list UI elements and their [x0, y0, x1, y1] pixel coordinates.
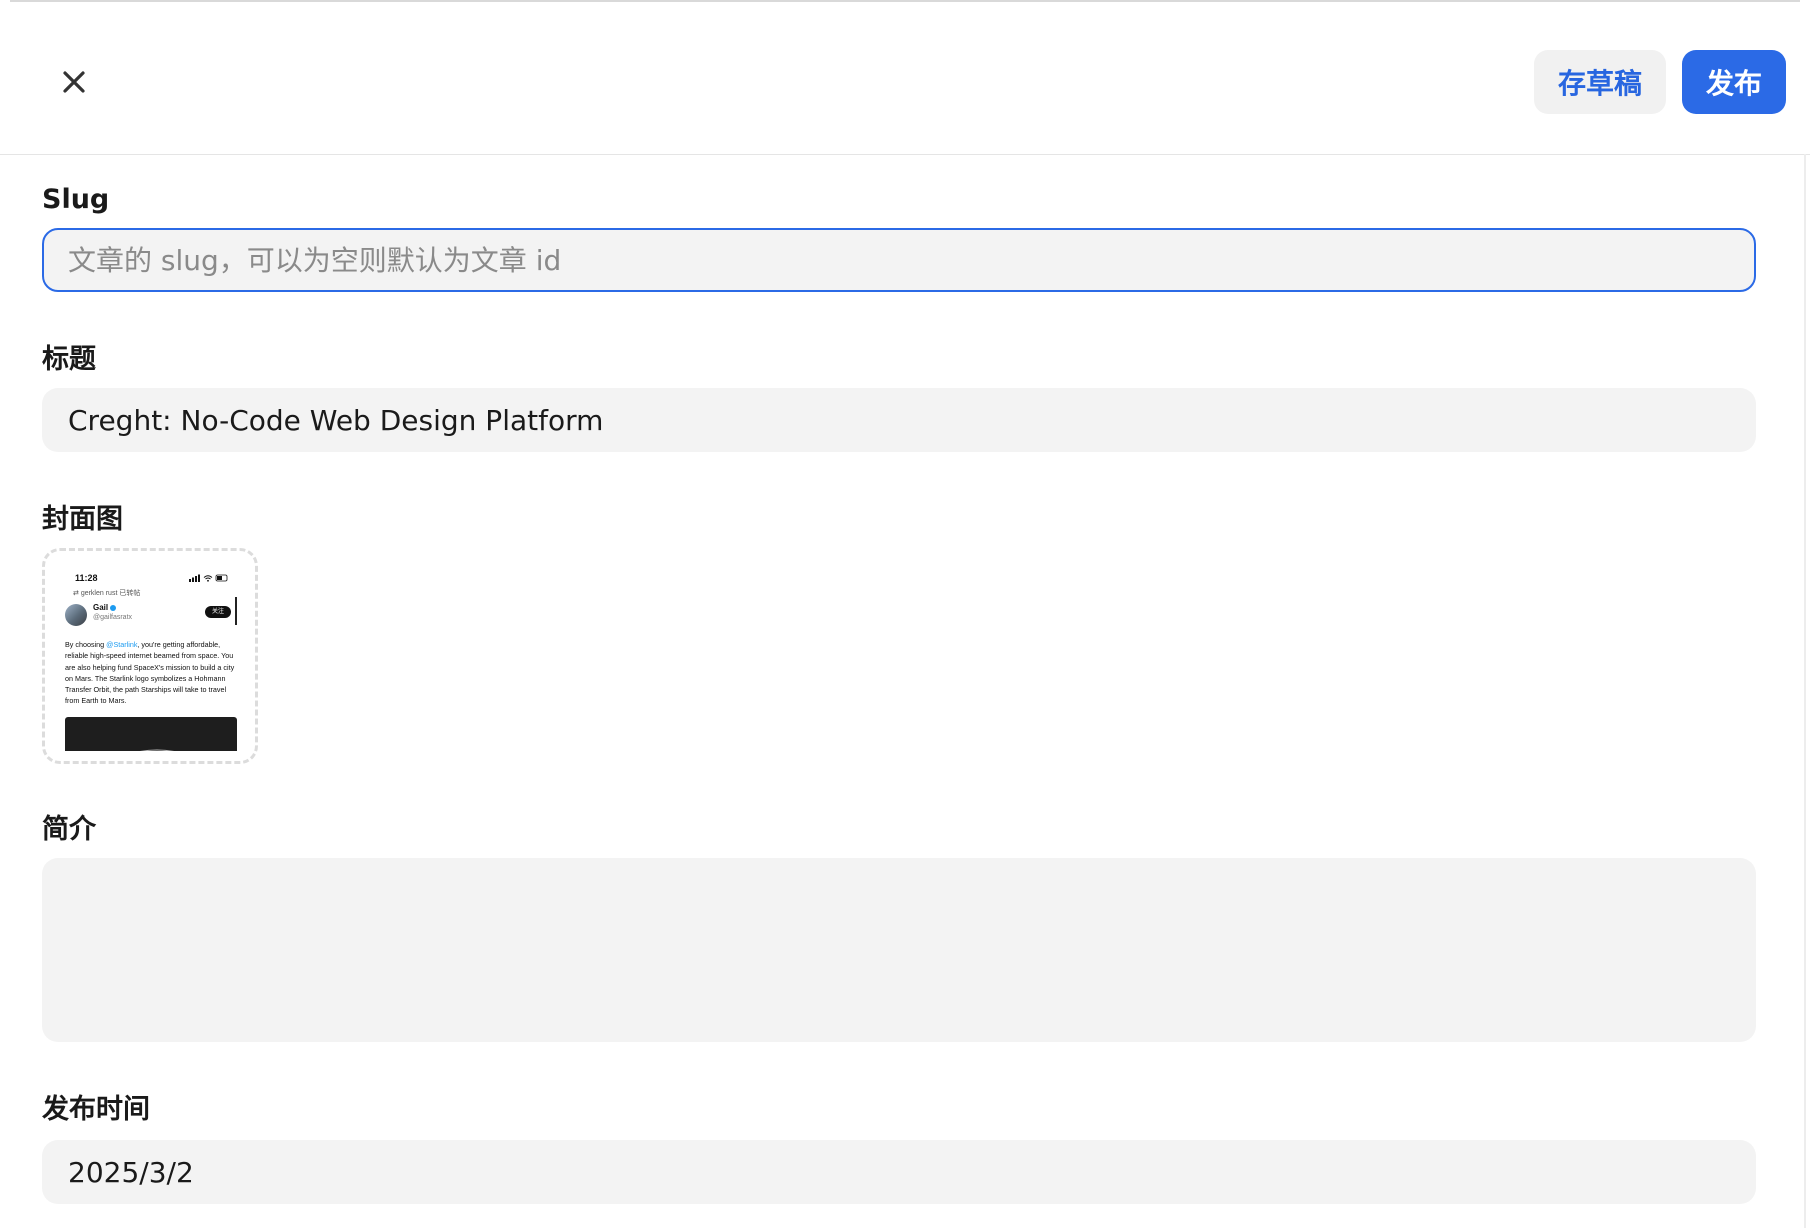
verified-badge-icon [110, 604, 117, 611]
orbit-arc-icon [139, 749, 175, 751]
close-button[interactable] [50, 58, 98, 106]
summary-label: 简介 [42, 814, 96, 845]
preview-time: 11:28 [75, 573, 98, 583]
preview-repost-line: ⇄ gerklen rust 已转帖 [73, 590, 141, 597]
slug-input[interactable] [42, 228, 1756, 292]
save-draft-button[interactable]: 存草稿 [1534, 50, 1666, 114]
title-input[interactable] [42, 388, 1756, 452]
editor-header: 存草稿 发布 [0, 2, 1810, 155]
cover-image-preview: 11:28 ⇄ gerklen rust 已转帖 Gail @gailfasra… [55, 561, 245, 751]
cover-image-upload[interactable]: 11:28 ⇄ gerklen rust 已转帖 Gail @gailfasra… [42, 548, 258, 764]
preview-name: Gail [93, 603, 117, 612]
publish-time-label: 发布时间 [42, 1094, 150, 1125]
scrollbar-track[interactable] [1804, 154, 1806, 1228]
publish-time-input[interactable] [42, 1140, 1756, 1204]
avatar [65, 604, 87, 626]
title-label: 标题 [42, 344, 96, 375]
preview-follow-badge: 关注 [205, 606, 231, 618]
slug-label: Slug [42, 184, 110, 215]
preview-text: By choosing @Starlink, you're getting af… [65, 640, 235, 706]
preview-scroll-indicator [235, 597, 237, 625]
cover-label: 封面图 [42, 504, 123, 535]
editor-page: 存草稿 发布 Slug 标题 封面图 11:28 ⇄ [0, 0, 1810, 1228]
preview-media [65, 717, 237, 751]
summary-textarea[interactable] [42, 858, 1756, 1042]
publish-button[interactable]: 发布 [1682, 50, 1786, 114]
status-bar-icon [189, 574, 228, 582]
close-icon [63, 71, 85, 93]
preview-handle: @gailfasratx [93, 614, 133, 621]
